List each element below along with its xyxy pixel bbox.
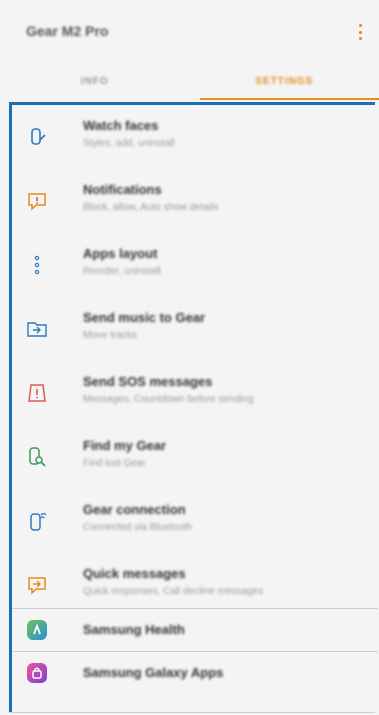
samsung-health-icon [26, 619, 48, 641]
sos-icon [26, 382, 48, 404]
quick-messages-icon [26, 574, 48, 596]
setting-subtitle: Reorder, uninstall [83, 266, 161, 277]
find-gear-icon [26, 446, 48, 468]
tab-info[interactable]: INFO [0, 62, 190, 100]
setting-send-sos[interactable]: Send SOS messages Messages, Countdown be… [12, 361, 378, 425]
setting-watch-faces[interactable]: Watch faces Styles, add, uninstall [12, 105, 378, 169]
app-samsung-health[interactable]: Samsung Health [12, 609, 378, 651]
tab-bar: INFO SETTINGS [0, 62, 379, 100]
top-bar: Gear M2 Pro [0, 0, 379, 62]
setting-subtitle: Quick responses, Call decline messages [83, 586, 264, 597]
app-samsung-galaxy-apps[interactable]: Samsung Galaxy Apps [12, 652, 378, 694]
more-vert-icon[interactable] [355, 24, 365, 40]
active-tab-indicator [200, 98, 379, 100]
setting-title: Send SOS messages [83, 374, 213, 389]
tab-settings[interactable]: SETTINGS [190, 62, 379, 100]
galaxy-apps-icon [26, 662, 48, 684]
setting-subtitle: Block, allow, Auto show details [83, 202, 219, 213]
setting-subtitle: Connected via Bluetooth [83, 522, 192, 533]
gear-connection-icon [26, 510, 48, 532]
setting-title: Watch faces [83, 118, 159, 133]
setting-title: Find my Gear [83, 438, 167, 453]
setting-title: Gear connection [83, 502, 186, 517]
notifications-icon [26, 190, 48, 212]
list-bottom-divider [9, 712, 375, 713]
app-screen: Gear M2 Pro INFO SETTINGS Watch faces St… [0, 0, 379, 715]
setting-subtitle: Styles, add, uninstall [83, 138, 175, 149]
send-music-icon [26, 318, 48, 340]
setting-title: Notifications [83, 182, 162, 197]
setting-notifications[interactable]: Notifications Block, allow, Auto show de… [12, 169, 378, 233]
setting-title: Send music to Gear [83, 310, 206, 325]
setting-title: Apps layout [83, 246, 158, 261]
settings-list: Watch faces Styles, add, uninstall Notif… [9, 102, 378, 713]
setting-gear-connection[interactable]: Gear connection Connected via Bluetooth [12, 489, 378, 553]
setting-find-my-gear[interactable]: Find my Gear Find lost Gear [12, 425, 378, 489]
app-title: Samsung Health [83, 622, 185, 637]
app-title: Samsung Galaxy Apps [83, 665, 224, 680]
setting-send-music[interactable]: Send music to Gear Move tracks [12, 297, 378, 361]
watch-faces-icon [26, 126, 48, 148]
setting-subtitle: Messages, Countdown before sending [83, 394, 254, 405]
device-title: Gear M2 Pro [26, 23, 109, 39]
setting-apps-layout[interactable]: Apps layout Reorder, uninstall [12, 233, 378, 297]
apps-layout-icon [26, 254, 48, 276]
setting-title: Quick messages [83, 566, 186, 581]
setting-subtitle: Find lost Gear [83, 458, 146, 469]
setting-subtitle: Move tracks [83, 330, 137, 341]
